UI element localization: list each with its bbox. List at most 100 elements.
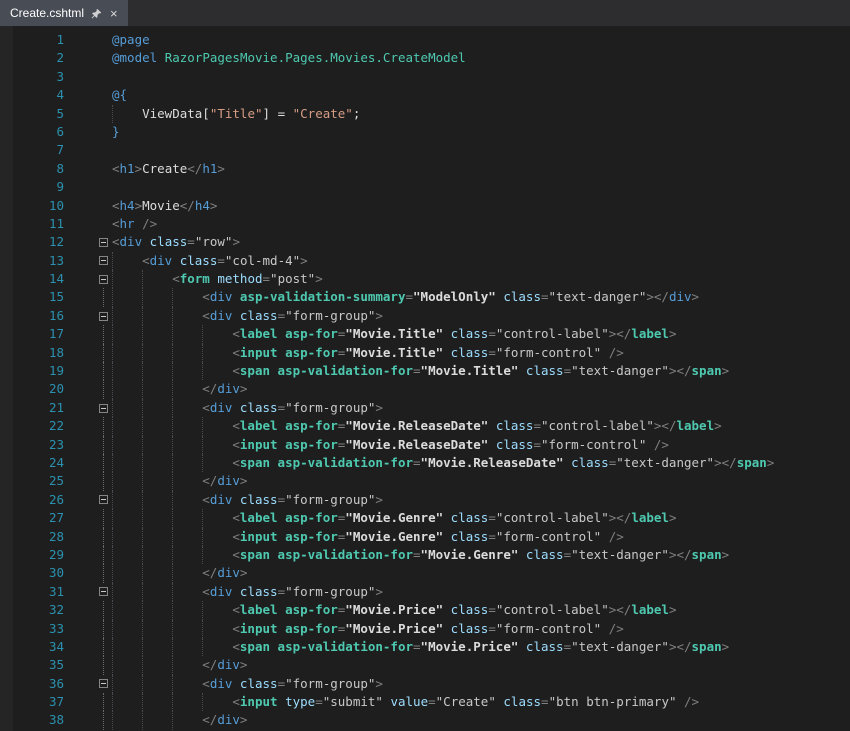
code-line[interactable]: 36<div class="form-group"> xyxy=(0,675,850,693)
code-line[interactable]: 35</div> xyxy=(0,656,850,674)
fold-region-line xyxy=(103,417,104,435)
code-line[interactable]: 18<input asp-for="Movie.Title" class="fo… xyxy=(0,344,850,362)
indent-guide xyxy=(112,583,142,601)
indent-guide xyxy=(112,454,142,472)
outlining-margin xyxy=(76,68,110,86)
indent-guide xyxy=(142,528,172,546)
code-line[interactable]: 12<div class="row"> xyxy=(0,233,850,251)
outlining-margin[interactable] xyxy=(76,233,110,251)
indent-guide xyxy=(142,491,172,509)
code-line[interactable]: 14<form method="post"> xyxy=(0,270,850,288)
code-line[interactable]: 32<label asp-for="Movie.Price" class="co… xyxy=(0,601,850,619)
fold-collapse-icon[interactable] xyxy=(99,587,108,596)
line-number: 8 xyxy=(0,160,76,178)
code-line[interactable]: 37<input type="submit" value="Create" cl… xyxy=(0,693,850,711)
code-line[interactable]: 7 xyxy=(0,141,850,159)
indent-guide xyxy=(172,675,202,693)
code-line[interactable]: 38</div> xyxy=(0,711,850,729)
close-icon[interactable]: × xyxy=(109,7,119,20)
code-line[interactable]: 16<div class="form-group"> xyxy=(0,307,850,325)
fold-collapse-icon[interactable] xyxy=(99,312,108,321)
fold-collapse-icon[interactable] xyxy=(99,679,108,688)
code-editor[interactable]: 1@page2@model RazorPagesMovie.Pages.Movi… xyxy=(0,26,850,731)
tab-bar: Create.cshtml × xyxy=(0,0,850,26)
code-line[interactable]: 15<div asp-validation-summary="ModelOnly… xyxy=(0,288,850,306)
fold-region-line xyxy=(103,288,104,306)
code-line[interactable]: 23<input asp-for="Movie.ReleaseDate" cla… xyxy=(0,436,850,454)
code-line[interactable]: 31<div class="form-group"> xyxy=(0,583,850,601)
line-number: 13 xyxy=(0,252,76,270)
code-line[interactable]: 27<label asp-for="Movie.Genre" class="co… xyxy=(0,509,850,527)
indent-guide xyxy=(112,472,142,490)
fold-region-line xyxy=(103,564,104,582)
indent-guide xyxy=(172,472,202,490)
code-line[interactable]: 6} xyxy=(0,123,850,141)
code-line[interactable]: 9 xyxy=(0,178,850,196)
line-number: 24 xyxy=(0,454,76,472)
fold-collapse-icon[interactable] xyxy=(99,275,108,284)
line-number: 16 xyxy=(0,307,76,325)
code-line[interactable]: 2@model RazorPagesMovie.Pages.Movies.Cre… xyxy=(0,49,850,67)
line-number: 18 xyxy=(0,344,76,362)
code-line[interactable]: 30</div> xyxy=(0,564,850,582)
pin-icon[interactable] xyxy=(91,8,102,19)
code-line[interactable]: 5ViewData["Title"] = "Create"; xyxy=(0,105,850,123)
indent-guide xyxy=(112,380,142,398)
code-line[interactable]: 11<hr /> xyxy=(0,215,850,233)
outlining-margin[interactable] xyxy=(76,270,110,288)
line-number: 27 xyxy=(0,509,76,527)
code-line[interactable]: 33<input asp-for="Movie.Price" class="fo… xyxy=(0,620,850,638)
indent-guide xyxy=(142,638,172,656)
outlining-margin[interactable] xyxy=(76,399,110,417)
line-number: 11 xyxy=(0,215,76,233)
code-line[interactable]: 29<span asp-validation-for="Movie.Genre"… xyxy=(0,546,850,564)
code-line[interactable]: 21<div class="form-group"> xyxy=(0,399,850,417)
fold-collapse-icon[interactable] xyxy=(99,256,108,265)
fold-collapse-icon[interactable] xyxy=(99,404,108,413)
indent-guide xyxy=(142,362,172,380)
indent-guide xyxy=(112,491,142,509)
code-line[interactable]: 10<h4>Movie</h4> xyxy=(0,197,850,215)
fold-region-line xyxy=(103,711,104,729)
indent-guide xyxy=(112,436,142,454)
code-line[interactable]: 4@{ xyxy=(0,86,850,104)
outlining-margin[interactable] xyxy=(76,675,110,693)
indent-guide xyxy=(112,564,142,582)
fold-region-line xyxy=(103,620,104,638)
fold-collapse-icon[interactable] xyxy=(99,238,108,247)
line-number: 14 xyxy=(0,270,76,288)
indent-guide xyxy=(142,417,172,435)
outlining-margin[interactable] xyxy=(76,583,110,601)
line-number: 36 xyxy=(0,675,76,693)
document-tab[interactable]: Create.cshtml × xyxy=(0,0,128,26)
outlining-margin xyxy=(76,454,110,472)
code-line[interactable]: 17<label asp-for="Movie.Title" class="co… xyxy=(0,325,850,343)
code-line[interactable]: 19<span asp-validation-for="Movie.Title"… xyxy=(0,362,850,380)
code-line[interactable]: 25</div> xyxy=(0,472,850,490)
line-number: 26 xyxy=(0,491,76,509)
indent-guide xyxy=(202,638,232,656)
code-line[interactable]: 20</div> xyxy=(0,380,850,398)
outlining-margin xyxy=(76,528,110,546)
code-line[interactable]: 24<span asp-validation-for="Movie.Releas… xyxy=(0,454,850,472)
code-line[interactable]: 13<div class="col-md-4"> xyxy=(0,252,850,270)
outlining-margin xyxy=(76,472,110,490)
code-line[interactable]: 3 xyxy=(0,68,850,86)
outlining-margin xyxy=(76,123,110,141)
code-line[interactable]: 28<input asp-for="Movie.Genre" class="fo… xyxy=(0,528,850,546)
outlining-margin[interactable] xyxy=(76,307,110,325)
fold-collapse-icon[interactable] xyxy=(99,495,108,504)
code-line[interactable]: 8<h1>Create</h1> xyxy=(0,160,850,178)
code-line[interactable]: 22<label asp-for="Movie.ReleaseDate" cla… xyxy=(0,417,850,435)
line-number: 2 xyxy=(0,49,76,67)
code-line[interactable]: 34<span asp-validation-for="Movie.Price"… xyxy=(0,638,850,656)
indent-guide xyxy=(112,711,142,729)
code-line[interactable]: 26<div class="form-group"> xyxy=(0,491,850,509)
indent-guide xyxy=(112,693,142,711)
code-line[interactable]: 1@page xyxy=(0,31,850,49)
indent-guide xyxy=(172,399,202,417)
outlining-margin[interactable] xyxy=(76,491,110,509)
outlining-margin xyxy=(76,31,110,49)
outlining-margin[interactable] xyxy=(76,252,110,270)
indent-guide xyxy=(142,325,172,343)
